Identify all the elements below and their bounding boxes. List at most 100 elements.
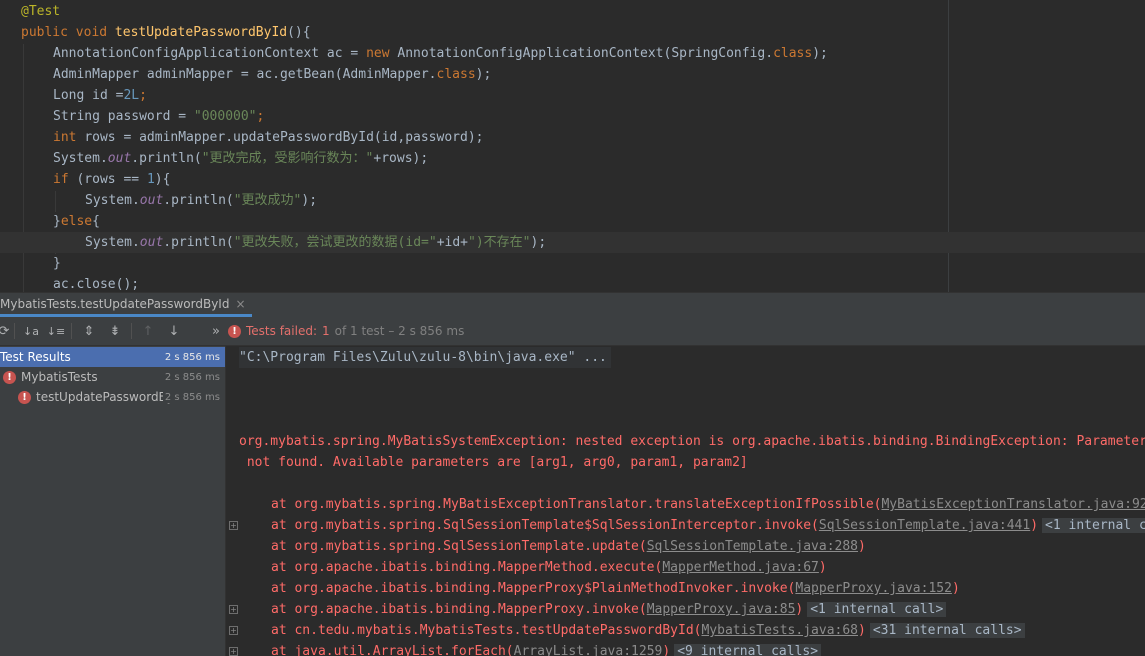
internal-calls-chip[interactable]: <1 internal call> <box>807 602 947 617</box>
code-token: ac.close(); <box>53 277 140 292</box>
expand-all-icon[interactable]: ⇕ <box>79 321 99 341</box>
test-tree-label: Test Results <box>0 350 71 364</box>
code-token: ; <box>139 88 147 103</box>
code-line: ac.close(); <box>21 274 139 292</box>
test-duration: 2 s 856 ms <box>162 351 220 363</box>
code-token: String password = <box>53 109 194 124</box>
expand-frames-icon[interactable]: + <box>229 647 238 656</box>
code-line: System.out.println("更改完成，受影响行数为："+rows); <box>21 148 428 169</box>
stack-frame-method: at java.util.ArrayList.forEach( <box>271 644 514 656</box>
stack-frame-method: at org.mybatis.spring.SqlSessionTemplate… <box>271 539 647 554</box>
code-token: rows = adminMapper.updatePasswordById(id… <box>84 130 484 145</box>
test-duration: 2 s 856 ms <box>162 391 220 403</box>
sort-by-duration-icon[interactable]: ↓≡ <box>46 321 66 341</box>
code-token: .println( <box>163 235 234 250</box>
test-runner-toolbar: ⟳ ↓a ↓≡ ⇕ ⇟ ↑ ↓ » ! Tests failed: 1 of 1… <box>0 317 1145 346</box>
code-token: System. <box>53 151 108 166</box>
more-actions-icon[interactable]: » <box>206 321 226 341</box>
stack-frame: at org.apache.ibatis.binding.MapperProxy… <box>271 599 947 620</box>
source-link[interactable]: MybatisTests.java:68 <box>701 623 858 638</box>
stack-frame-method: at org.apache.ibatis.binding.MapperProxy… <box>271 581 796 596</box>
internal-calls-chip[interactable]: <9 internal calls> <box>674 644 822 656</box>
code-token: (rows == <box>76 172 147 187</box>
code-token: testUpdatePasswordById <box>114 25 288 40</box>
run-tab-title: MybatisTests.testUpdatePasswordById <box>0 296 230 311</box>
code-line: AnnotationConfigApplicationContext ac = … <box>21 43 828 64</box>
toolbar-separator <box>71 323 72 339</box>
stack-frame-close: ) <box>951 581 960 596</box>
source-link[interactable]: SqlSessionTemplate.java:441 <box>819 518 1030 533</box>
code-token: out <box>139 235 164 250</box>
code-token: if <box>53 172 77 187</box>
source-link[interactable]: SqlSessionTemplate.java:288 <box>647 539 858 554</box>
tests-failed-count: 1 <box>322 324 330 338</box>
error-icon: ! <box>228 324 241 338</box>
code-token: (){ <box>287 25 311 40</box>
code-token: out <box>107 151 132 166</box>
code-token: AnnotationConfigApplicationContext ac = <box>53 46 367 61</box>
code-token: System. <box>85 235 140 250</box>
code-token: ); <box>530 235 547 250</box>
code-line: if (rows == 1){ <box>21 169 170 190</box>
source-link[interactable]: MapperMethod.java:67 <box>662 560 819 575</box>
code-token: new <box>366 46 398 61</box>
code-line: }else{ <box>21 211 100 232</box>
code-token: ); <box>301 193 318 208</box>
collapse-all-icon[interactable]: ⇟ <box>105 321 125 341</box>
stack-frame-method: at cn.tedu.mybatis.MybatisTests.testUpda… <box>271 623 702 638</box>
code-token: "更改失败，尝试更改的数据(id=" <box>233 235 437 250</box>
code-line: AdminMapper adminMapper = ac.getBean(Adm… <box>21 64 491 85</box>
exception-message: org.mybatis.spring.MyBatisSystemExceptio… <box>239 434 1145 449</box>
test-tree-item[interactable]: Test Results 2 s 856 ms <box>0 347 225 367</box>
run-tab-testupdatepasswordbyid[interactable]: MybatisTests.testUpdatePasswordById × <box>0 293 252 317</box>
internal-calls-chip[interactable]: <31 internal calls> <box>869 623 1025 638</box>
code-token: ; <box>256 109 265 124</box>
source-link[interactable]: MapperProxy.java:152 <box>795 581 952 596</box>
code-token: Long id = <box>53 88 124 103</box>
tests-failed-label: Tests failed: <box>246 324 317 338</box>
code-token: "更改完成，受影响行数为：" <box>201 151 374 166</box>
test-failed-icon: ! <box>18 390 31 404</box>
previous-failed-test-icon[interactable]: ↑ <box>138 321 158 341</box>
code-token: public void <box>21 25 115 40</box>
code-line: int rows = adminMapper.updatePasswordByI… <box>21 127 483 148</box>
code-token: System. <box>85 193 140 208</box>
stack-frame-close: ) <box>795 602 804 617</box>
sort-alphabetically-icon[interactable]: ↓a <box>21 321 41 341</box>
expand-frames-icon[interactable]: + <box>229 626 238 635</box>
test-tree-item[interactable]: ! MybatisTests 2 s 856 ms <box>0 367 225 387</box>
source-link[interactable]: ArrayList.java:1259 <box>514 644 663 656</box>
console-output[interactable]: "C:\Program Files\Zulu\zulu-8\bin\java.e… <box>226 346 1145 656</box>
internal-calls-chip[interactable]: <1 internal call> <box>1042 518 1145 533</box>
stack-frame-close: ) <box>1030 518 1039 533</box>
source-link[interactable]: MapperProxy.java:85 <box>647 602 796 617</box>
code-token: +rows); <box>373 151 429 166</box>
stack-frame-close: ) <box>662 644 671 656</box>
test-tree-label: MybatisTests <box>21 370 98 384</box>
stack-frame: at cn.tedu.mybatis.MybatisTests.testUpda… <box>271 620 1025 641</box>
code-token: AnnotationConfigApplicationContext(Sprin… <box>397 46 774 61</box>
next-failed-test-icon[interactable]: ↓ <box>164 321 184 341</box>
code-token: else <box>60 214 93 229</box>
code-editor[interactable]: @Test public void testUpdatePasswordById(… <box>0 0 1145 292</box>
stack-frame-method: at org.mybatis.spring.MyBatisExceptionTr… <box>271 497 882 512</box>
stack-frame: at java.util.ArrayList.forEach(ArrayList… <box>271 641 822 656</box>
run-tool-window-tabs: MybatisTests.testUpdatePasswordById × <box>0 292 1145 317</box>
code-token: 1 <box>146 172 155 187</box>
code-token: "更改成功" <box>233 193 302 208</box>
close-icon[interactable]: × <box>235 297 245 311</box>
expand-frames-icon[interactable]: + <box>229 521 238 530</box>
test-results-tree[interactable]: Test Results 2 s 856 ms! MybatisTests 2 s 8… <box>0 346 226 656</box>
expand-frames-icon[interactable]: + <box>229 605 238 614</box>
code-token: class <box>436 67 476 82</box>
test-tree-item[interactable]: ! testUpdatePasswordById2 s 856 ms <box>0 387 225 407</box>
code-token: { <box>92 214 100 229</box>
test-tree-label: testUpdatePasswordById <box>36 390 170 404</box>
code-token: int <box>53 130 85 145</box>
rerun-icon[interactable]: ⟳ <box>0 321 14 341</box>
toolbar-separator <box>131 323 132 339</box>
stack-frame: at org.mybatis.spring.SqlSessionTemplate… <box>271 536 866 557</box>
code-token: AdminMapper adminMapper = ac.getBean(Adm… <box>53 67 437 82</box>
code-token: ); <box>812 46 828 61</box>
source-link[interactable]: MyBatisExceptionTranslator.java:92 <box>881 497 1145 512</box>
